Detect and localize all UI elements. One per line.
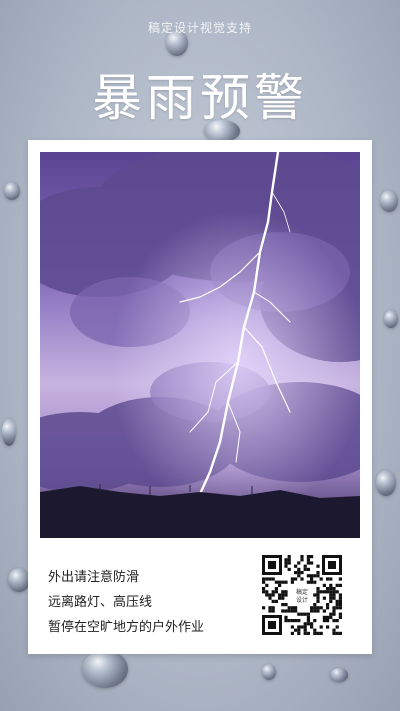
raindrop-decoration — [8, 568, 30, 592]
tip-line: 暂停在空旷地方的户外作业 — [48, 620, 205, 635]
qr-code-graphic: 稿定 设计 — [260, 553, 344, 637]
raindrop-decoration — [82, 650, 128, 688]
lightning-storm-illustration — [40, 152, 360, 538]
poster-card: 外出请注意防滑 远离路灯、高压线 暂停在空旷地方的户外作业 稿定 设计 — [28, 140, 372, 654]
raindrop-decoration — [380, 190, 398, 212]
qr-code-icon[interactable]: 稿定 设计 — [260, 553, 344, 637]
raindrop-decoration — [330, 668, 348, 682]
raindrop-decoration — [4, 182, 20, 200]
raindrop-decoration — [376, 470, 396, 496]
qr-caption: 稿定 — [296, 588, 308, 596]
lightning-photo — [40, 152, 360, 538]
watermark-text: 稿定设计视觉支持 — [147, 21, 252, 35]
tip-line: 外出请注意防滑 — [48, 570, 140, 585]
raindrop-decoration — [2, 418, 16, 446]
safety-tips: 外出请注意防滑 远离路灯、高压线 暂停在空旷地方的户外作业 — [48, 565, 204, 640]
raindrop-decoration — [262, 664, 276, 680]
raindrop-decoration — [384, 310, 398, 328]
page-title: 暴雨预警 — [92, 69, 308, 127]
tip-line: 远离路灯、高压线 — [48, 595, 153, 610]
qr-caption: 设计 — [296, 596, 308, 604]
